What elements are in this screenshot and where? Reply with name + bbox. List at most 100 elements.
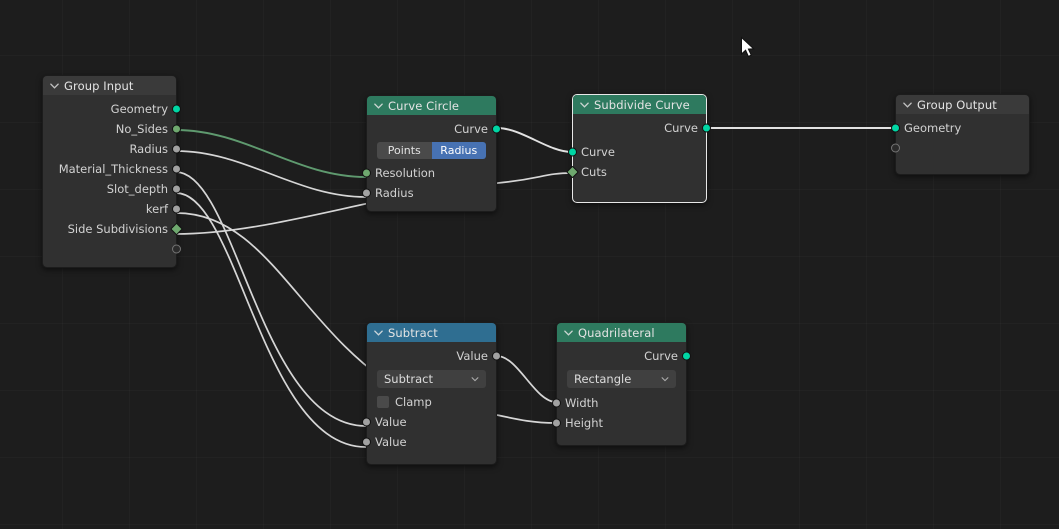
socket-row-curve-in[interactable]: Curve <box>568 142 706 162</box>
socket-kerf-out[interactable] <box>172 204 181 214</box>
node-body-group-input: Geometry No_Sides Radius Material_Thickn… <box>43 95 183 267</box>
socket-label: Side Subdivisions <box>67 222 168 236</box>
chevron-down-icon[interactable] <box>373 327 384 338</box>
node-header-subdivide-curve[interactable]: Subdivide Curve <box>573 95 706 114</box>
socket-label: Curve <box>664 121 698 135</box>
socket-row-cuts[interactable]: Cuts <box>566 162 706 182</box>
node-title: Subtract <box>388 325 438 340</box>
node-header-group-input[interactable]: Group Input <box>43 76 176 95</box>
node-body-curve-circle: Curve Points Radius Resolution Radius <box>362 115 501 211</box>
node-group-input[interactable]: Group Input Geometry No_Sides Radius Mat… <box>42 75 183 268</box>
chevron-down-icon[interactable] <box>49 80 60 91</box>
mouse-cursor-icon <box>741 36 755 58</box>
socket-resolution-in[interactable] <box>362 168 371 178</box>
socket-row-width[interactable]: Width <box>552 393 686 413</box>
socket-geometry-in[interactable] <box>891 123 900 133</box>
link-matthickness-subtract-value1 <box>175 171 367 427</box>
socket-label: Value <box>456 349 488 363</box>
socket-row-curve-out[interactable]: Curve <box>573 118 711 138</box>
node-title: Quadrilateral <box>578 325 655 340</box>
node-quadrilateral[interactable]: Quadrilateral Curve Rectangle Width Heig… <box>552 322 691 446</box>
link-slotdepth-subtract-value2 <box>175 192 367 448</box>
socket-label: Resolution <box>375 166 436 180</box>
socket-value-in-2[interactable] <box>362 437 371 447</box>
socket-value-in-1[interactable] <box>362 417 371 427</box>
socket-row-radius-in[interactable]: Radius <box>362 183 496 203</box>
node-subtract[interactable]: Subtract Value Subtract Clamp Value Valu… <box>362 322 501 465</box>
shape-dropdown[interactable]: Rectangle <box>567 370 676 388</box>
node-header-subtract[interactable]: Subtract <box>367 323 496 342</box>
operation-dropdown[interactable]: Subtract <box>377 370 486 388</box>
toggle-option-points[interactable]: Points <box>377 142 432 159</box>
socket-slot-depth-out[interactable] <box>172 184 181 194</box>
socket-radius-in[interactable] <box>362 188 371 198</box>
socket-row-resolution[interactable]: Resolution <box>362 163 496 183</box>
socket-label: Radius <box>129 142 168 156</box>
socket-label: Geometry <box>904 121 962 135</box>
socket-row-radius[interactable]: Radius <box>43 139 181 159</box>
node-header-quadrilateral[interactable]: Quadrilateral <box>557 323 686 342</box>
node-curve-circle[interactable]: Curve Circle Curve Points Radius Resolut… <box>362 95 501 212</box>
dropdown-value: Rectangle <box>574 372 632 386</box>
socket-row-side-subdivisions[interactable]: Side Subdivisions <box>43 219 183 239</box>
clamp-checkbox-row[interactable]: Clamp <box>377 393 486 410</box>
socket-row-no-sides[interactable]: No_Sides <box>43 119 181 139</box>
socket-label: Radius <box>375 186 414 200</box>
socket-row-new-input[interactable] <box>43 239 181 259</box>
socket-row-value-in-1[interactable]: Value <box>362 412 496 432</box>
node-title: Group Input <box>64 78 134 93</box>
mode-toggle-group[interactable]: Points Radius <box>377 142 486 159</box>
node-subdivide-curve[interactable]: Subdivide Curve Curve Curve Cuts <box>566 94 711 203</box>
socket-value-out[interactable] <box>492 351 501 361</box>
clamp-label: Clamp <box>395 394 432 409</box>
node-header-curve-circle[interactable]: Curve Circle <box>367 96 496 115</box>
socket-curve-in[interactable] <box>568 147 577 157</box>
socket-row-material-thickness[interactable]: Material_Thickness <box>43 159 181 179</box>
node-title: Subdivide Curve <box>594 97 690 112</box>
socket-side-subdivisions-out[interactable] <box>170 222 183 236</box>
socket-label: Height <box>565 416 604 430</box>
socket-geometry-out[interactable] <box>172 104 181 114</box>
node-editor-canvas[interactable]: Group Input Geometry No_Sides Radius Mat… <box>0 0 1059 529</box>
socket-row-geometry[interactable]: Geometry <box>43 99 181 119</box>
socket-row-slot-depth[interactable]: Slot_depth <box>43 179 181 199</box>
chevron-down-icon[interactable] <box>373 100 384 111</box>
socket-row-value-out[interactable]: Value <box>367 346 501 366</box>
chevron-down-icon[interactable] <box>579 99 590 110</box>
socket-row-kerf[interactable]: kerf <box>43 199 181 219</box>
chevron-down-icon[interactable] <box>660 374 670 384</box>
socket-row-geometry-in[interactable]: Geometry <box>891 118 1029 138</box>
chevron-down-icon[interactable] <box>563 327 574 338</box>
dropdown-value: Subtract <box>384 372 434 386</box>
socket-height-in[interactable] <box>552 418 561 428</box>
socket-cuts-in[interactable] <box>566 165 579 179</box>
chevron-down-icon[interactable] <box>902 99 913 110</box>
socket-virtual-out[interactable] <box>172 244 181 254</box>
node-title: Group Output <box>917 97 997 112</box>
node-body-quadrilateral: Curve Rectangle Width Height <box>552 342 691 445</box>
toggle-option-radius[interactable]: Radius <box>431 142 486 159</box>
socket-label: kerf <box>145 202 168 216</box>
socket-curve-out[interactable] <box>702 123 711 133</box>
socket-no-sides-out[interactable] <box>172 124 181 134</box>
node-group-output[interactable]: Group Output Geometry <box>891 94 1030 175</box>
socket-virtual-in[interactable] <box>891 143 900 153</box>
clamp-checkbox[interactable] <box>377 395 389 408</box>
socket-curve-out[interactable] <box>682 351 691 361</box>
node-body-subtract: Value Subtract Clamp Value Value <box>362 342 501 464</box>
node-header-group-output[interactable]: Group Output <box>896 95 1029 114</box>
chevron-down-icon[interactable] <box>470 374 480 384</box>
socket-radius-out[interactable] <box>172 144 181 154</box>
socket-row-curve-out[interactable]: Curve <box>557 346 691 366</box>
socket-width-in[interactable] <box>552 398 561 408</box>
socket-row-curve-out[interactable]: Curve <box>367 119 501 139</box>
link-nosides-resolution <box>175 129 367 178</box>
socket-material-thickness-out[interactable] <box>172 164 181 174</box>
socket-row-value-in-2[interactable]: Value <box>362 432 496 452</box>
socket-curve-out[interactable] <box>492 124 501 134</box>
node-body-group-output: Geometry <box>891 114 1029 174</box>
socket-row-new-output[interactable] <box>891 138 1029 158</box>
node-body-subdivide-curve: Curve Curve Cuts <box>566 114 711 202</box>
link-radius-radius <box>175 150 367 198</box>
socket-row-height[interactable]: Height <box>552 413 686 433</box>
